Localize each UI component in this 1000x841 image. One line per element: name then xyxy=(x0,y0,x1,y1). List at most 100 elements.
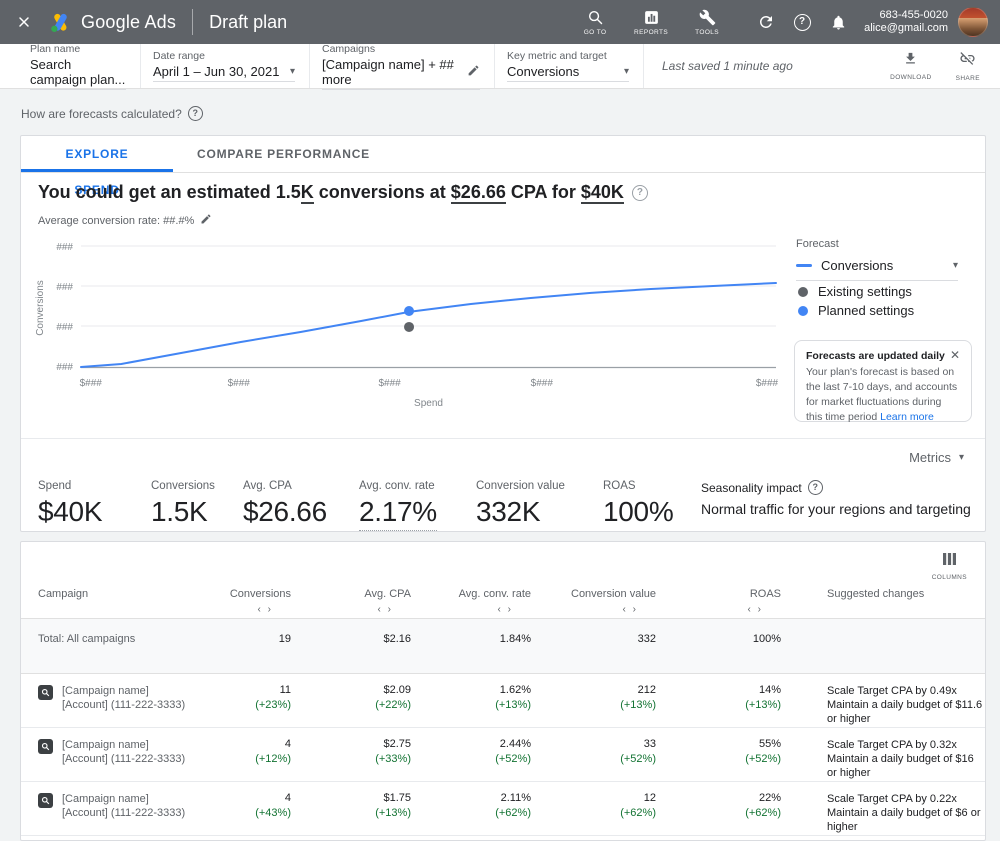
series-selector-value: Conversions xyxy=(821,258,944,273)
edit-pencil-icon[interactable] xyxy=(200,213,212,228)
column-header-roas[interactable]: ROAS xyxy=(656,588,781,600)
topbar-nav: GO TO REPORTS TOOLS xyxy=(574,9,728,36)
metric-label: Avg. CPA xyxy=(243,480,327,492)
date-range-value: April 1 – Jun 30, 2021 xyxy=(153,64,279,79)
link-off-icon xyxy=(959,50,976,72)
metric-cell: 11(+23%) xyxy=(171,684,291,711)
y-axis-title: Conversions xyxy=(35,280,46,336)
suggestion-line: Scale Target CPA by 0.22x xyxy=(827,792,985,806)
forecast-info-card: Forecasts are updated daily ✕ Your plan'… xyxy=(794,340,972,422)
columns-button[interactable]: COLUMNS xyxy=(932,552,967,581)
headline-text: You could get an estimated 1.5K conversi… xyxy=(38,182,624,203)
metric-cell: $1.75(+13%) xyxy=(291,792,411,819)
close-icon[interactable] xyxy=(12,10,36,34)
metric-value: $26.66 xyxy=(243,496,327,528)
campaign-name-cell[interactable]: [Campaign name][Account] (111-222-3333) xyxy=(62,684,185,712)
help-icon[interactable]: ? xyxy=(808,480,823,495)
help-icon[interactable]: ? xyxy=(632,185,648,201)
tools-button[interactable]: TOOLS xyxy=(686,9,728,36)
tab-compare-performance[interactable]: COMPARE PERFORMANCE xyxy=(173,136,394,172)
campaigns-label: Campaigns xyxy=(322,43,480,55)
reports-button[interactable]: REPORTS xyxy=(630,9,672,36)
chevron-down-icon: ▾ xyxy=(953,260,958,271)
tab-explore-spend[interactable]: EXPLORE SPEND xyxy=(21,136,173,172)
y-tick-label: ### xyxy=(56,322,73,333)
cell-value: 1.62% xyxy=(411,684,531,696)
cell-delta: (+62%) xyxy=(531,807,656,819)
total-cell: 100% xyxy=(656,633,781,645)
plan-settings-toolbar: Plan name Search campaign plan... Date r… xyxy=(0,44,1000,89)
suggested-changes-cell: Scale Target CPA by 0.32xMaintain a dail… xyxy=(827,738,985,780)
account-info[interactable]: 683-455-0020 alice@gmail.com xyxy=(864,9,948,35)
cell-delta: (+23%) xyxy=(171,699,291,711)
avg-conv-rate-line: Average conversion rate: ##.#% xyxy=(38,213,212,228)
cell-value: 12 xyxy=(531,792,656,804)
help-icon[interactable]: ? xyxy=(788,8,816,36)
planned-settings-marker[interactable] xyxy=(404,306,414,316)
topbar-divider xyxy=(192,9,193,35)
diff-toggle-icon[interactable]: ‹ › xyxy=(656,604,781,615)
top-app-bar: Google Ads Draft plan GO TO REPORTS TOOL… xyxy=(0,0,1000,44)
plan-name-field[interactable]: Plan name Search campaign plan... xyxy=(30,44,141,88)
metric-value[interactable]: 2.17% xyxy=(359,496,437,531)
edit-pencil-icon[interactable] xyxy=(467,64,480,80)
column-header-conversions[interactable]: Conversions xyxy=(171,588,291,600)
download-button[interactable]: DOWNLOAD xyxy=(890,51,931,81)
learn-more-link[interactable]: Learn more xyxy=(880,411,934,423)
cell-value: 4 xyxy=(171,792,291,804)
series-selector[interactable]: Conversions ▾ xyxy=(796,258,958,281)
headline-editable-value[interactable]: $26.66 xyxy=(451,182,506,204)
plan-name-label: Plan name xyxy=(30,43,126,55)
metric-label: Conversion value xyxy=(476,480,565,492)
metrics-dropdown[interactable]: Metrics ▾ xyxy=(909,450,964,465)
refresh-icon[interactable] xyxy=(752,8,780,36)
diff-toggle-icon[interactable]: ‹ › xyxy=(171,604,291,615)
explore-spend-card: EXPLORE SPEND COMPARE PERFORMANCE You co… xyxy=(20,135,986,532)
metric-value: 1.5K xyxy=(151,496,215,528)
diff-toggle-icon[interactable]: ‹ › xyxy=(411,604,531,615)
cell-delta: (+33%) xyxy=(291,753,411,765)
suggestion-line: Maintain a daily budget of $11.6 or high… xyxy=(827,698,985,726)
headline-editable-value[interactable]: $40K xyxy=(581,182,624,204)
campaigns-table-card: COLUMNS CampaignConversions‹ ›Avg. CPA‹ … xyxy=(20,541,986,841)
column-header-suggested-changes[interactable]: Suggested changes xyxy=(827,588,977,600)
plan-name-value: Search campaign plan... xyxy=(30,57,126,87)
headline-editable-value[interactable]: K xyxy=(301,182,314,204)
goto-label: GO TO xyxy=(584,29,607,36)
cell-value: 33 xyxy=(531,738,656,750)
column-header-avg-cpa[interactable]: Avg. CPA xyxy=(291,588,411,600)
column-header-conversion-value[interactable]: Conversion value xyxy=(531,588,656,600)
campaign-name-cell[interactable]: [Campaign name][Account] (111-222-3333) xyxy=(62,738,185,766)
column-header-campaign[interactable]: Campaign xyxy=(38,588,158,600)
suggested-changes-cell: Scale Target CPA by 0.22xMaintain a dail… xyxy=(827,792,985,834)
cell-delta: (+62%) xyxy=(411,807,531,819)
diff-toggle-icon[interactable]: ‹ › xyxy=(291,604,411,615)
total-cell: 19 xyxy=(171,633,291,645)
diff-toggle-icon[interactable]: ‹ › xyxy=(531,604,656,615)
metrics-divider xyxy=(21,438,985,439)
goto-button[interactable]: GO TO xyxy=(574,9,616,36)
share-button[interactable]: SHARE xyxy=(956,50,980,82)
metric-label: Spend xyxy=(38,480,102,492)
date-range-field[interactable]: Date range April 1 – Jun 30, 2021▾ xyxy=(153,44,310,88)
help-icon[interactable]: ? xyxy=(188,106,203,121)
metric-conversion-value: Conversion value332K xyxy=(476,480,565,528)
columns-icon xyxy=(943,552,956,570)
key-metric-field[interactable]: Key metric and target Conversions▾ xyxy=(507,44,644,88)
campaign-name-cell[interactable]: [Campaign name][Account] (111-222-3333) xyxy=(62,792,185,820)
campaigns-field[interactable]: Campaigns [Campaign name] + ## more xyxy=(322,44,495,88)
search-campaign-icon xyxy=(38,685,53,700)
existing-settings-marker[interactable] xyxy=(404,322,414,332)
notifications-bell-icon[interactable] xyxy=(824,8,852,36)
metric-conversions: Conversions1.5K xyxy=(151,480,215,528)
close-icon[interactable]: ✕ xyxy=(950,350,960,360)
campaign-name: [Campaign name] xyxy=(62,792,185,806)
series-line-swatch-icon xyxy=(796,264,812,267)
column-header-avg-conv-rate[interactable]: Avg. conv. rate xyxy=(411,588,531,600)
x-tick-label: $### xyxy=(531,378,554,389)
planned-settings-dot-icon xyxy=(798,306,808,316)
legend-planned-label: Planned settings xyxy=(818,303,914,318)
avatar[interactable] xyxy=(958,7,988,37)
campaign-name: [Campaign name] xyxy=(62,738,185,752)
columns-button-label: COLUMNS xyxy=(932,574,967,581)
